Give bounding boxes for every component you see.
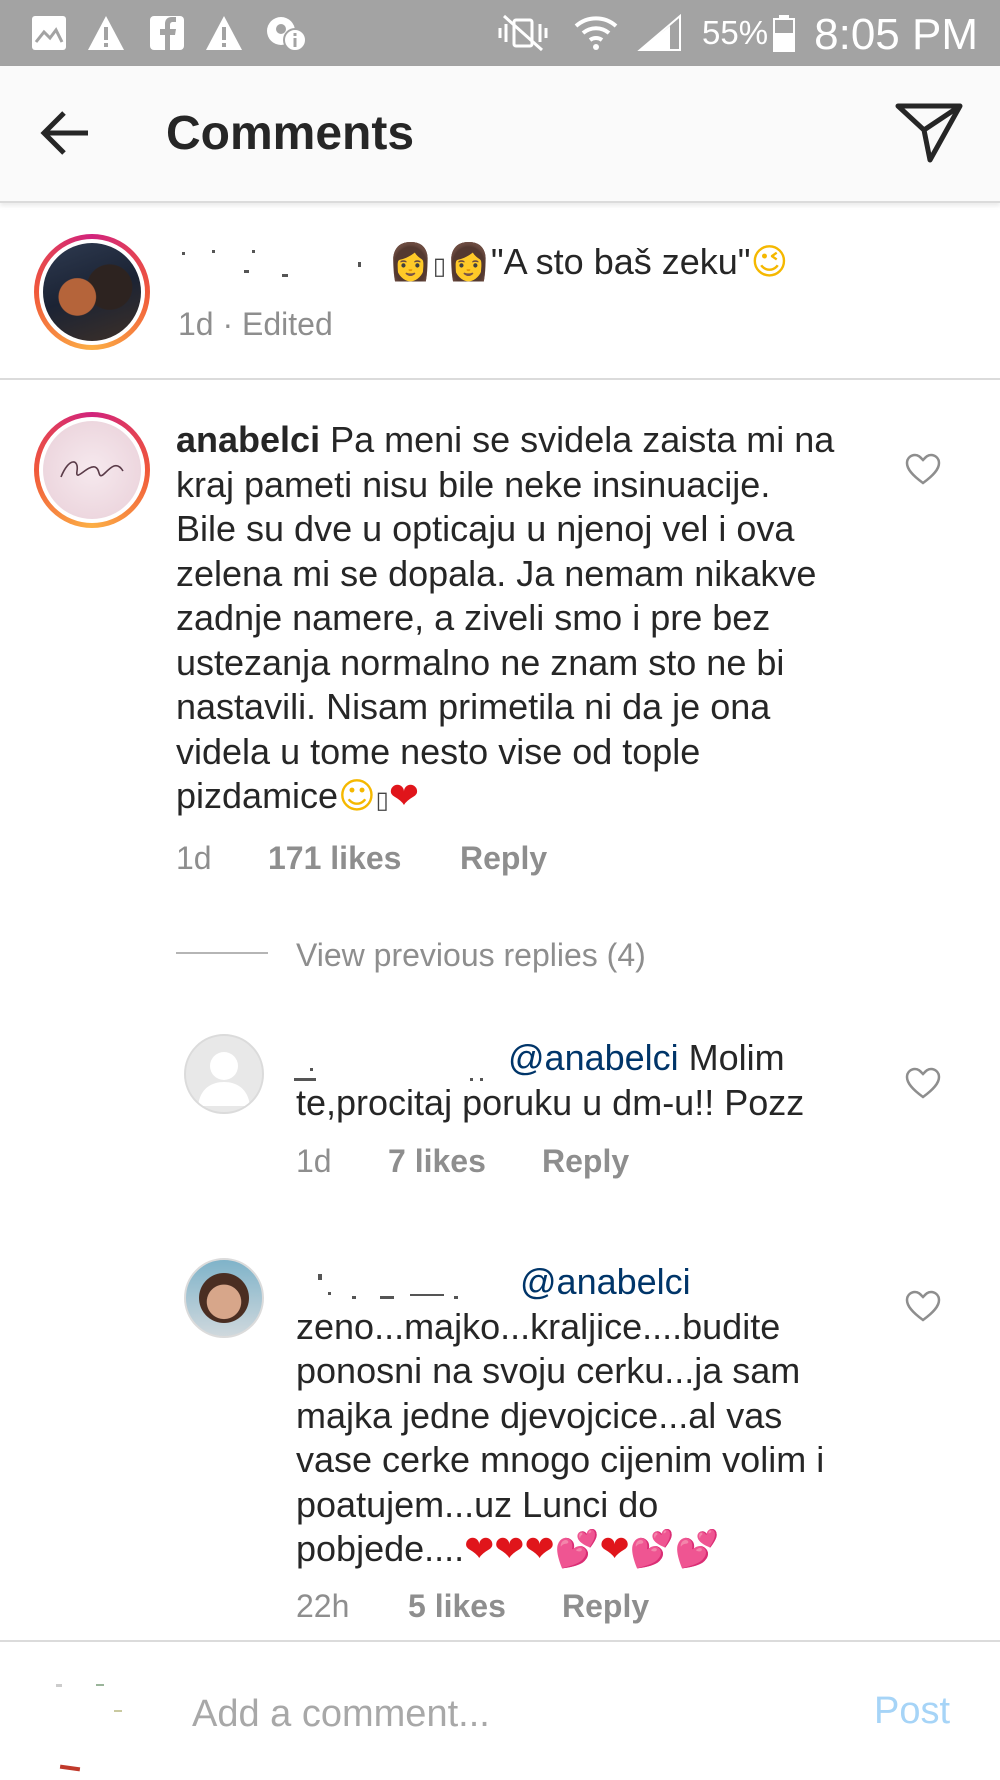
signature-logo xyxy=(60,461,124,478)
reply-likes[interactable]: 5 likes xyxy=(408,1588,506,1625)
paper-plane-icon[interactable] xyxy=(894,100,964,164)
heart-outline-icon[interactable] xyxy=(904,452,942,486)
comment-composer: Post xyxy=(0,1640,1000,1780)
reply-text: @anabelci Molim te,procitaj poruku u dm-… xyxy=(296,1037,805,1123)
winking-face-emoji: 😉 xyxy=(750,242,789,283)
reply-timestamp: 22h xyxy=(296,1588,350,1624)
mute-vibrate-icon xyxy=(498,14,548,52)
replies-divider-line xyxy=(176,952,268,954)
back-arrow-icon[interactable] xyxy=(38,106,92,160)
battery-percent: 55% xyxy=(702,14,769,51)
avatar[interactable] xyxy=(184,1258,264,1338)
woman-emoji: 👩 xyxy=(388,242,433,283)
comment-timestamp: 1d xyxy=(176,840,212,876)
smiling-face-emoji: ☺ xyxy=(338,776,376,817)
signal-icon xyxy=(637,14,681,51)
caption-timestamp: 1d · Edited xyxy=(178,306,333,342)
heart-outline-icon[interactable] xyxy=(904,1289,942,1323)
unknown-glyph: ▯ xyxy=(432,253,447,280)
reply-button[interactable]: Reply xyxy=(562,1588,649,1625)
page-title: Comments xyxy=(166,107,415,160)
reply-likes[interactable]: 7 likes xyxy=(388,1143,486,1180)
clock: 8:05 PM xyxy=(814,10,978,59)
comment-username[interactable]: anabelci xyxy=(176,419,320,460)
caption-quote: "A sto baš zeku" xyxy=(490,241,751,282)
reply-timestamp: 1d xyxy=(296,1143,332,1179)
avatar[interactable] xyxy=(34,234,150,350)
battery-icon xyxy=(773,15,795,52)
warning-notification-icon xyxy=(88,16,124,50)
facebook-notification-icon xyxy=(150,16,184,50)
reply-button[interactable]: Reply xyxy=(460,840,547,877)
reply-button[interactable]: Reply xyxy=(542,1143,629,1180)
red-heart-emoji: ❤ xyxy=(388,776,419,817)
comment-input[interactable] xyxy=(192,1686,752,1742)
default-avatar-icon xyxy=(198,1052,250,1106)
view-previous-replies[interactable]: View previous replies (4) xyxy=(296,937,646,974)
caption-divider xyxy=(0,378,1000,380)
comment-likes[interactable]: 171 likes xyxy=(268,840,401,877)
unknown-glyph: ▯ xyxy=(375,787,389,814)
woman-emoji: 👩 xyxy=(446,242,491,283)
reply-text: @anabelci zeno...majko...kraljice....bud… xyxy=(296,1261,825,1570)
status-bar: 55% 8:05 PM xyxy=(0,0,1000,66)
location-info-notification-icon xyxy=(267,17,307,52)
user-avatar xyxy=(56,1684,122,1772)
heart-outline-icon[interactable] xyxy=(904,1066,942,1100)
gallery-notification-icon xyxy=(32,16,66,50)
wifi-icon xyxy=(574,16,618,50)
comment-text: anabelci Pa meni se svidela zaista mi na… xyxy=(176,419,835,817)
caption-text: 👩▯👩"A sto baš zeku"😉 xyxy=(388,240,788,290)
warning-notification-icon xyxy=(206,16,242,50)
mention-link[interactable]: @anabelci xyxy=(508,1037,679,1078)
app-header: Comments xyxy=(0,66,1000,203)
post-button[interactable]: Post xyxy=(874,1690,950,1733)
redacted-username xyxy=(178,246,368,282)
mention-link[interactable]: @anabelci xyxy=(520,1261,691,1302)
avatar[interactable] xyxy=(34,412,150,528)
hearts-emoji-row: ❤❤❤💕❤💕💕 xyxy=(464,1529,720,1570)
avatar[interactable] xyxy=(184,1034,264,1114)
